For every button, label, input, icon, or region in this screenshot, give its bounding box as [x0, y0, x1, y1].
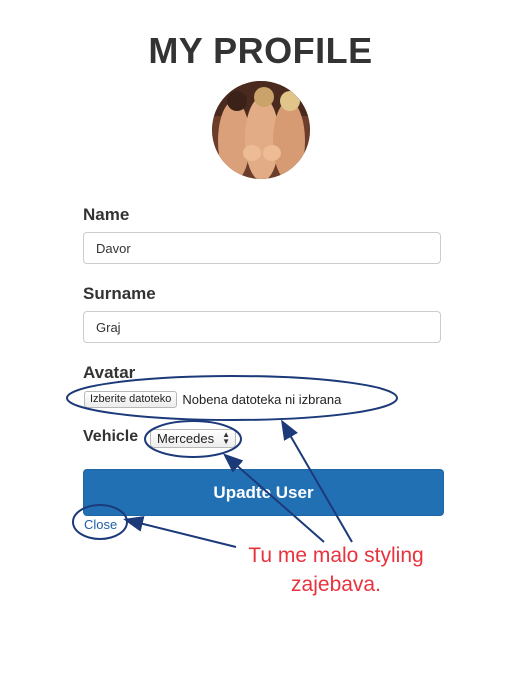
- choose-file-button[interactable]: Izberite datoteko: [84, 390, 178, 408]
- arrow-to-close-link: [123, 516, 237, 548]
- avatar-label: Avatar: [83, 363, 136, 382]
- annotation-line-1: Tu me malo styling: [248, 544, 424, 567]
- select-arrows-icon: ▲ ▼: [222, 430, 230, 446]
- update-user-button-label: Upadte User: [213, 482, 314, 502]
- name-input[interactable]: [83, 232, 441, 264]
- annotation-note: Tu me malo styling zajebava.: [232, 541, 440, 599]
- name-label: Name: [83, 205, 130, 224]
- annotation-line-2: zajebava.: [291, 573, 381, 596]
- avatar-image: [212, 81, 310, 179]
- update-user-button[interactable]: Upadte User: [83, 469, 444, 516]
- page-title: MY PROFILE: [148, 30, 373, 71]
- close-link[interactable]: Close: [84, 517, 117, 532]
- vehicle-select[interactable]: Mercedes ▲ ▼: [150, 429, 236, 448]
- surname-input[interactable]: [83, 311, 441, 343]
- avatar-photo: [212, 81, 310, 179]
- file-input: Izberite datoteko Nobena datoteka ni izb…: [84, 390, 341, 408]
- file-status-text: Nobena datoteka ni izbrana: [182, 391, 342, 407]
- surname-label: Surname: [83, 284, 156, 303]
- vehicle-selected-value: Mercedes: [157, 431, 215, 446]
- vehicle-label: Vehicle: [83, 428, 139, 445]
